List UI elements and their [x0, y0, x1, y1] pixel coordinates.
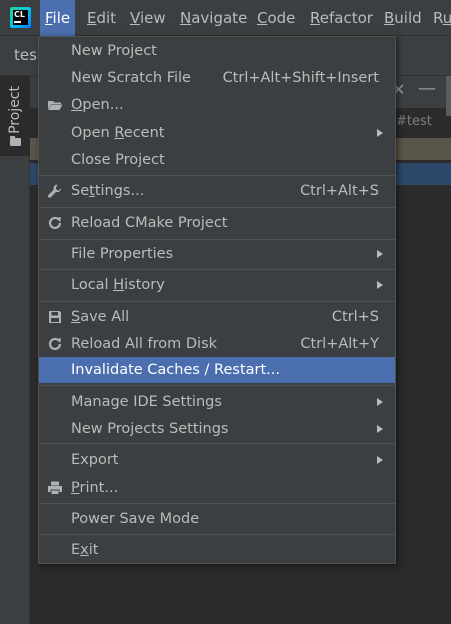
shortcut-label: Ctrl+Alt+Y	[300, 336, 379, 352]
submenu-arrow-icon	[377, 129, 383, 137]
menu-item-export[interactable]: Export	[39, 447, 395, 473]
submenu-arrow-icon	[377, 398, 383, 406]
submenu-arrow-icon	[377, 456, 383, 464]
menu-item-local-history[interactable]: Local History	[39, 272, 395, 298]
submenu-arrow-icon	[377, 250, 383, 258]
menu-separator	[39, 385, 395, 386]
menu-item-settings[interactable]: Settings... Ctrl+Alt+S	[39, 178, 395, 204]
menu-item-open[interactable]: Open...	[39, 92, 395, 118]
save-icon	[49, 311, 61, 323]
menu-refactor[interactable]: Refactor	[305, 0, 378, 36]
menu-item-exit[interactable]: Exit	[39, 537, 395, 563]
menu-bar: CL File Edit View Navigate Code Refactor…	[0, 0, 451, 36]
menu-file[interactable]: File	[40, 0, 76, 36]
menu-separator	[39, 239, 395, 240]
file-menu-dropdown: New Project New Scratch File Ctrl+Alt+Sh…	[38, 36, 396, 564]
menu-separator	[39, 503, 395, 504]
tool-window-strip: Project	[0, 76, 30, 624]
menu-item-invalidate-caches[interactable]: Invalidate Caches / Restart...	[39, 357, 395, 383]
scrollbar[interactable]	[446, 76, 451, 116]
clion-logo-icon: CL	[10, 7, 31, 28]
reload-icon	[48, 216, 62, 230]
project-tool-label: Project	[7, 86, 23, 134]
menu-run[interactable]: Ru	[428, 0, 451, 36]
menu-item-open-recent[interactable]: Open Recent	[39, 120, 395, 146]
menu-item-reload-all[interactable]: Reload All from Disk Ctrl+Alt+Y	[39, 331, 395, 357]
menu-item-power-save-mode[interactable]: Power Save Mode	[39, 506, 395, 532]
folder-open-icon	[48, 101, 63, 110]
menu-view[interactable]: View	[125, 0, 171, 36]
printer-icon	[48, 481, 62, 495]
ide-window: ✕ — #test CL File Edit View Navigate Cod…	[0, 0, 451, 624]
wrench-icon	[48, 184, 62, 198]
menu-item-save-all[interactable]: Save All Ctrl+S	[39, 304, 395, 330]
shortcut-label: Ctrl+S	[331, 309, 379, 325]
menu-code[interactable]: Code	[252, 0, 300, 36]
menu-item-new-projects-settings[interactable]: New Projects Settings	[39, 416, 395, 442]
shortcut-label: Ctrl+Alt+S	[300, 183, 379, 199]
minimize-panel-icon[interactable]: —	[418, 78, 436, 99]
project-tool-tab[interactable]: Project	[0, 76, 30, 156]
submenu-arrow-icon	[377, 425, 383, 433]
menu-separator	[39, 534, 395, 535]
menu-item-file-properties[interactable]: File Properties	[39, 241, 395, 267]
shortcut-label: Ctrl+Alt+Shift+Insert	[222, 70, 379, 86]
reload-icon	[48, 337, 62, 351]
menu-separator	[39, 443, 395, 444]
menu-build[interactable]: Build	[379, 0, 427, 36]
submenu-arrow-icon	[377, 281, 383, 289]
menu-item-new-scratch-file[interactable]: New Scratch File Ctrl+Alt+Shift+Insert	[39, 65, 395, 91]
menu-item-close-project[interactable]: Close Project	[39, 147, 395, 173]
menu-separator	[39, 175, 395, 176]
project-breadcrumb[interactable]: tes	[14, 46, 37, 64]
project-tree-hint: #test	[396, 114, 432, 129]
menu-item-manage-ide-settings[interactable]: Manage IDE Settings	[39, 389, 395, 415]
menu-item-print[interactable]: Print...	[39, 475, 395, 501]
menu-separator	[39, 207, 395, 208]
menu-item-new-project[interactable]: New Project	[39, 38, 395, 64]
menu-edit[interactable]: Edit	[82, 0, 121, 36]
menu-separator	[39, 301, 395, 302]
menu-separator	[39, 269, 395, 270]
folder-icon	[10, 136, 21, 146]
menu-item-reload-cmake[interactable]: Reload CMake Project	[39, 210, 395, 236]
menu-navigate[interactable]: Navigate	[175, 0, 252, 36]
